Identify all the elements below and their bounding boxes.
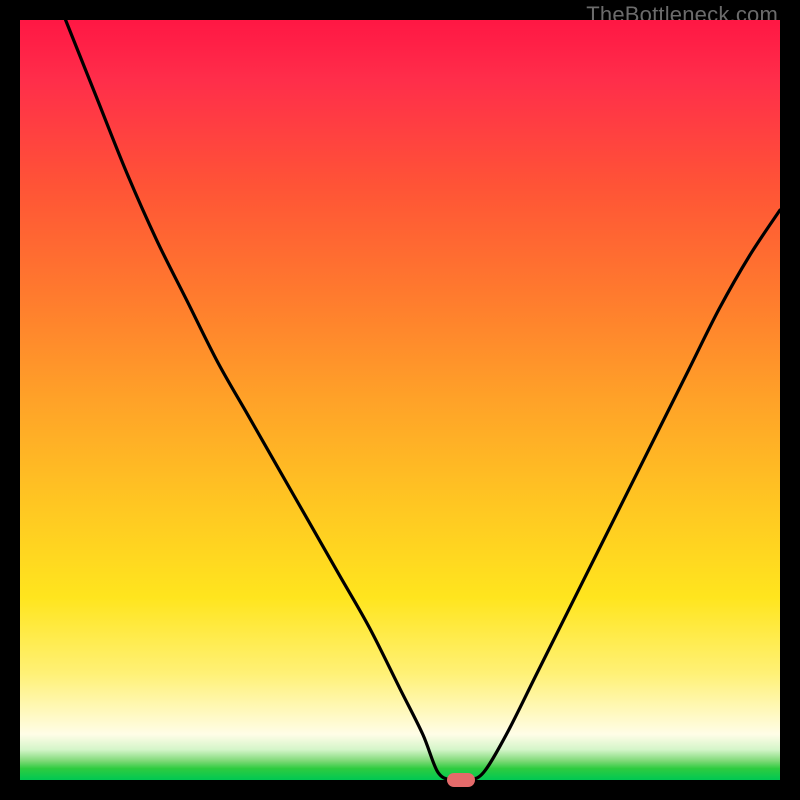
bottleneck-curve — [20, 20, 780, 780]
chart-frame: TheBottleneck.com — [0, 0, 800, 800]
plot-area — [20, 20, 780, 780]
optimum-marker — [447, 773, 475, 787]
